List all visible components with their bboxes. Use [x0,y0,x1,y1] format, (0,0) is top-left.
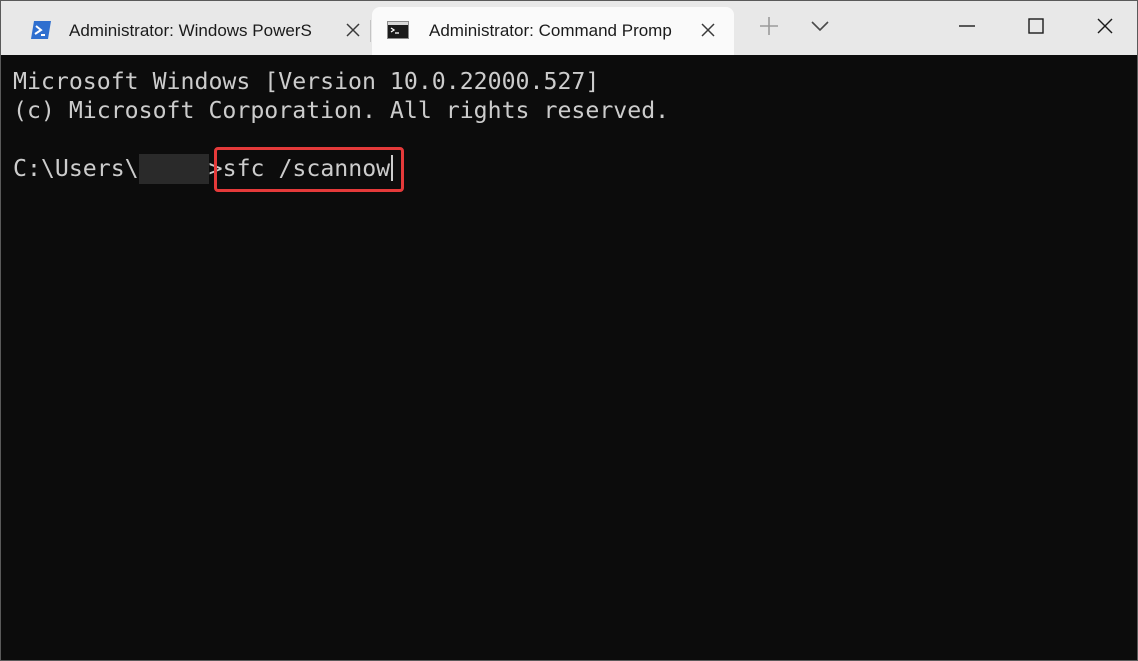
terminal-line: (c) Microsoft Corporation. All rights re… [13,97,670,124]
new-tab-button[interactable] [747,1,791,55]
command-highlight-box [214,147,404,192]
prompt-path: C:\Users\ [13,155,139,182]
maximize-button[interactable] [1013,1,1059,55]
minimize-icon [957,16,977,41]
command-prompt-icon [387,20,409,40]
title-bar: Administrator: Windows PowerS Administra… [1,1,1137,55]
plus-icon [758,15,780,42]
terminal-window: Administrator: Windows PowerS Administra… [0,0,1138,661]
powershell-icon [30,20,52,40]
terminal-output[interactable]: Microsoft Windows [Version 10.0.22000.52… [1,55,1137,660]
minimize-button[interactable] [944,1,990,55]
tab-command-prompt[interactable]: Administrator: Command Promp [372,7,734,55]
redacted-username [138,154,209,184]
tab-dropdown-button[interactable] [798,1,842,55]
chevron-down-icon [809,19,831,38]
close-icon [1095,16,1115,41]
terminal-line: Microsoft Windows [Version 10.0.22000.52… [13,68,600,95]
tab-label: Administrator: Command Promp [429,21,672,40]
maximize-icon [1026,16,1046,41]
close-icon[interactable] [341,18,365,42]
close-window-button[interactable] [1082,1,1128,55]
tab-label: Administrator: Windows PowerS [69,21,312,40]
tab-divider [370,20,371,42]
close-icon[interactable] [696,18,720,42]
tab-windows-powershell[interactable]: Administrator: Windows PowerS [15,7,371,55]
